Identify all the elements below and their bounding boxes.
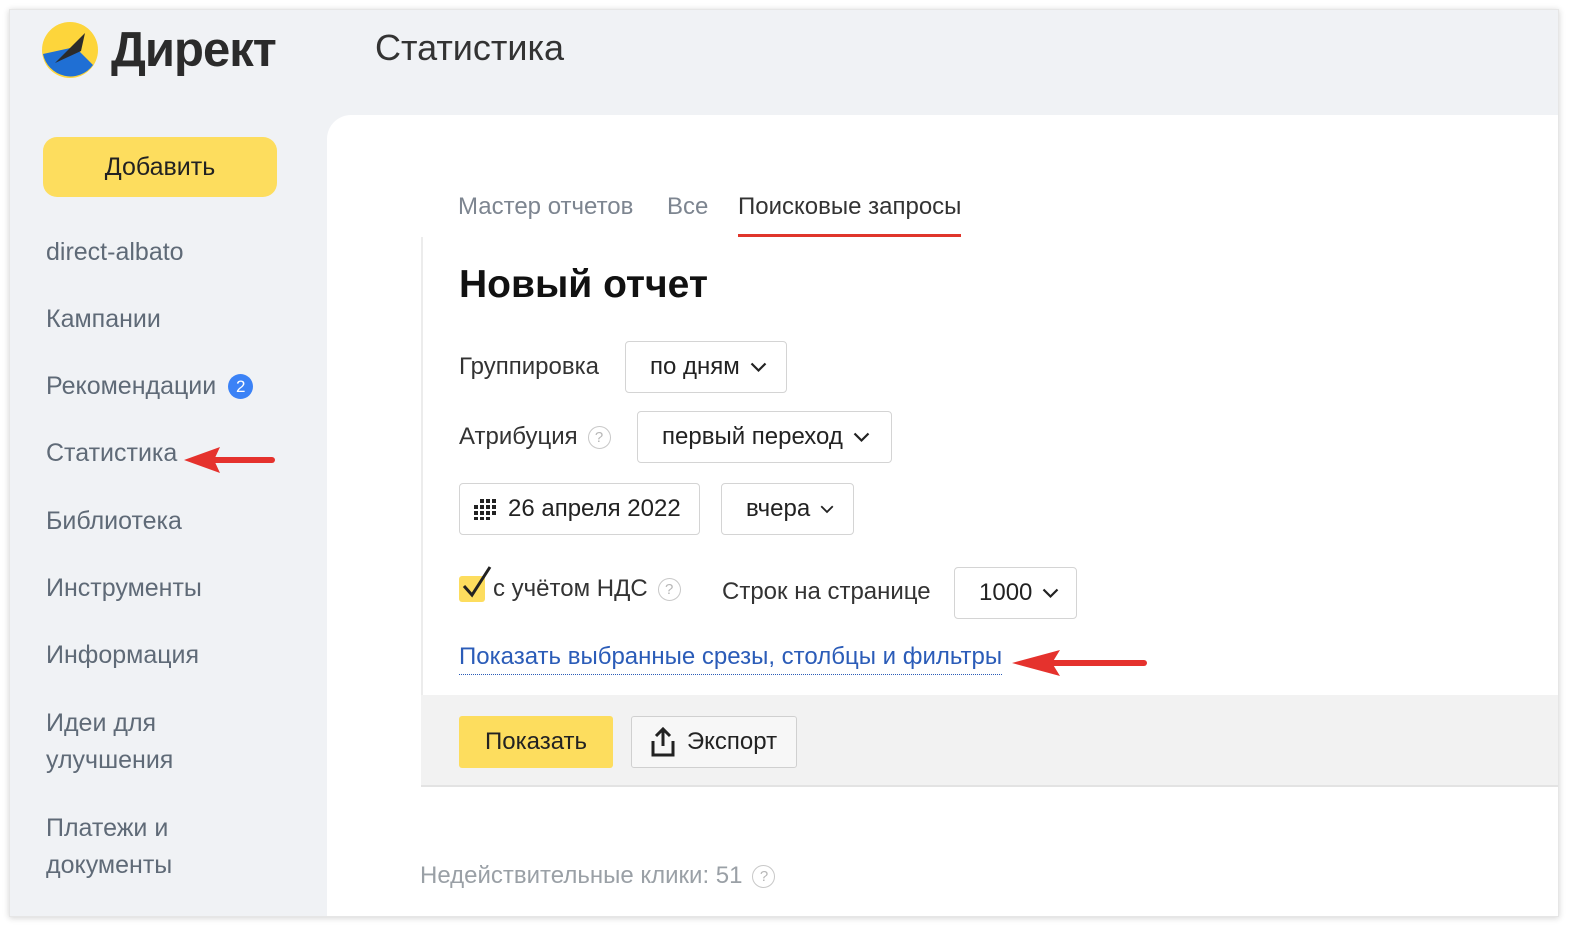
- sidebar-item-ideas[interactable]: Идеи для улучшения: [46, 705, 173, 779]
- sidebar-item-label: Рекомендации: [46, 372, 217, 400]
- vat-help-icon[interactable]: ?: [657, 577, 681, 601]
- sidebar-item-label-line2: улучшения: [46, 746, 174, 774]
- sidebar-item-account[interactable]: direct-albato: [46, 234, 184, 271]
- invalid-clicks-help-icon[interactable]: ?: [752, 864, 776, 888]
- attribution-help-icon[interactable]: ?: [587, 426, 611, 449]
- direct-logo-icon: [42, 22, 98, 78]
- sidebar-item-recommendations[interactable]: Рекомендации 2: [46, 368, 254, 405]
- grouping-value: по дням: [650, 353, 740, 380]
- logo-text: Директ: [111, 23, 277, 77]
- sidebar-item-label: Библиотека: [46, 507, 182, 535]
- sidebar-item-information[interactable]: Информация: [46, 637, 199, 674]
- sidebar-item-label: direct-albato: [46, 238, 184, 266]
- sidebar-item-tools[interactable]: Инструменты: [46, 570, 202, 607]
- logo[interactable]: Директ: [41, 21, 277, 79]
- sidebar-item-label: Информация: [46, 641, 200, 669]
- grouping-label: Группировка: [459, 353, 599, 380]
- add-button[interactable]: Добавить: [43, 137, 277, 197]
- sidebar-item-label-line2: документы: [46, 851, 173, 879]
- vat-checkbox[interactable]: с учётом НДС ?: [459, 566, 681, 603]
- attribution-select[interactable]: первый переход: [637, 411, 892, 463]
- sidebar-item-campaigns[interactable]: Кампании: [46, 301, 161, 338]
- page-title: Статистика: [375, 27, 565, 68]
- sidebar-item-library[interactable]: Библиотека: [46, 503, 182, 540]
- period-select[interactable]: вчера: [721, 483, 854, 535]
- calendar-icon: [474, 499, 496, 520]
- annotation-arrow-statistics: [184, 447, 275, 473]
- sidebar-item-label: Идеи для: [46, 709, 157, 737]
- sidebar-item-label: Инструменты: [46, 574, 202, 602]
- chevron-down-icon: [750, 362, 767, 372]
- grouping-select[interactable]: по дням: [625, 341, 787, 393]
- sidebar-item-label: Платежи и: [46, 814, 169, 842]
- attribution-value: первый переход: [662, 423, 843, 450]
- sidebar-item-label: Кампании: [46, 305, 161, 333]
- attribution-label-wrap: Атрибуция?: [459, 423, 611, 451]
- rows-per-page-value: 1000: [979, 579, 1033, 606]
- report-title: Новый отчет: [459, 263, 708, 306]
- recommendations-count-badge: 2: [228, 374, 254, 399]
- vat-label: с учётом НДС: [493, 575, 648, 602]
- date-picker[interactable]: 26 апреля 2022: [459, 483, 700, 535]
- sidebar-item-statistics[interactable]: Статистика: [46, 435, 177, 472]
- invalid-clicks-info: Недействительные клики: 51 ?: [420, 862, 776, 890]
- chevron-down-icon: [820, 505, 834, 513]
- tab-report-wizard[interactable]: Мастер отчетов: [458, 193, 633, 234]
- period-value: вчера: [746, 495, 811, 522]
- attribution-label: Атрибуция: [459, 423, 578, 450]
- date-value: 26 апреля 2022: [508, 495, 681, 522]
- show-button[interactable]: Показать: [459, 716, 613, 768]
- export-label: Экспорт: [686, 728, 778, 755]
- annotation-arrow-link: [1012, 650, 1147, 676]
- export-button[interactable]: Экспорт: [631, 716, 797, 768]
- tab-search-queries[interactable]: Поисковые запросы: [738, 193, 962, 237]
- invalid-clicks-text: Недействительные клики: 51: [420, 862, 743, 889]
- chevron-down-icon: [1043, 588, 1059, 598]
- show-selected-filters-link[interactable]: Показать выбранные срезы, столбцы и филь…: [459, 643, 1003, 675]
- vat-checkbox-box[interactable]: [459, 566, 492, 602]
- export-icon: [651, 727, 675, 757]
- tab-all[interactable]: Все: [667, 193, 708, 234]
- checkmark-icon: [462, 566, 492, 598]
- sidebar-item-label: Статистика: [46, 439, 178, 467]
- chevron-down-icon: [853, 432, 870, 442]
- sidebar-item-payments[interactable]: Платежи и документы: [46, 810, 172, 884]
- rows-per-page-select[interactable]: 1000: [954, 567, 1077, 619]
- rows-per-page-label: Строк на странице: [722, 578, 931, 605]
